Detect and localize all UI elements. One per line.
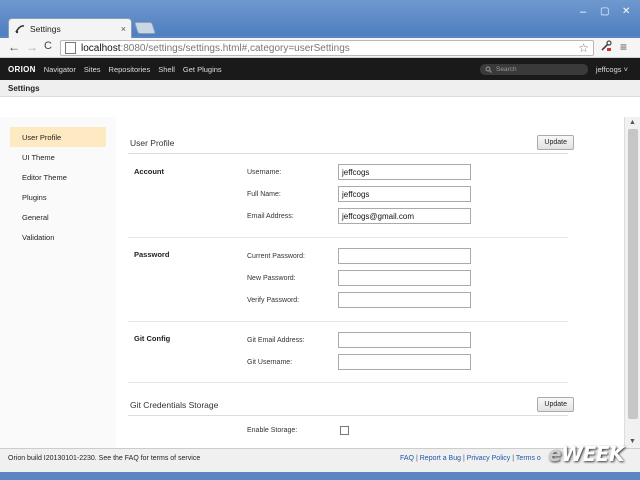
faq-link[interactable]: FAQ: [400, 455, 414, 462]
scrollbar[interactable]: ▲ ▼: [624, 117, 640, 448]
git-credentials-header: Git Credentials Storage Update: [128, 396, 574, 416]
browser-toolbar: ← → C localhost :8080/settings/settings.…: [0, 38, 640, 58]
forward-icon[interactable]: →: [26, 40, 38, 54]
minimize-icon[interactable]: –: [580, 6, 586, 18]
enable-storage-checkbox[interactable]: [340, 426, 349, 435]
nav-link-repositories[interactable]: Repositories: [109, 65, 151, 74]
git-username-field[interactable]: [338, 354, 471, 370]
nav-link-shell[interactable]: Shell: [158, 65, 175, 74]
page-footer: Orion build I20130101-2230. See the FAQ …: [0, 448, 640, 472]
current-password-label: Current Password:: [247, 253, 305, 260]
fullname-label: Full Name:: [247, 191, 281, 198]
sidebar-item-general[interactable]: General: [10, 207, 106, 227]
tab-strip: Settings × – ▢ ✕: [0, 0, 640, 38]
footer-links: FAQ | Report a Bug | Privacy Policy | Te…: [400, 455, 541, 462]
divider: [128, 382, 568, 383]
report-bug-link[interactable]: Report a Bug: [420, 455, 461, 462]
window-bottom-edge: [0, 472, 640, 480]
git-config-title: Git Config: [134, 334, 171, 343]
build-info: Orion build I20130101-2230. See the FAQ …: [8, 455, 201, 462]
address-bar[interactable]: localhost :8080/settings/settings.html#,…: [60, 40, 594, 56]
divider: [128, 237, 568, 238]
settings-panel: User Profile Update Account Username: je…: [116, 117, 624, 448]
browser-tab-settings[interactable]: Settings ×: [8, 18, 132, 38]
tab-close-icon[interactable]: ×: [121, 24, 126, 34]
scroll-thumb[interactable]: [628, 129, 638, 419]
page-icon: [65, 42, 76, 54]
settings-sidebar: User Profile UI Theme Editor Theme Plugi…: [10, 127, 106, 247]
browser-window: Settings × – ▢ ✕ ← → C localhost :8080/s…: [0, 0, 640, 480]
account-title: Account: [134, 167, 164, 176]
page-title: Settings: [8, 84, 40, 93]
scroll-up-icon[interactable]: ▲: [629, 119, 636, 126]
reload-icon[interactable]: C: [44, 40, 52, 52]
verify-password-field[interactable]: [338, 292, 471, 308]
search-icon: [485, 66, 492, 73]
new-password-label: New Password:: [247, 275, 296, 282]
header-spacer: [0, 97, 640, 117]
nav-link-sites[interactable]: Sites: [84, 65, 101, 74]
orion-banner: ORION Navigator Sites Repositories Shell…: [0, 58, 640, 80]
sidebar-item-editor-theme[interactable]: Editor Theme: [10, 167, 106, 187]
sidebar-item-ui-theme[interactable]: UI Theme: [10, 147, 106, 167]
sidebar-item-plugins[interactable]: Plugins: [10, 187, 106, 207]
password-title: Password: [134, 250, 170, 259]
separator: |: [512, 455, 515, 462]
browser-menu-icon[interactable]: ≡: [620, 40, 627, 54]
new-tab-button[interactable]: [134, 22, 156, 34]
email-label: Email Address:: [247, 213, 294, 220]
git-email-label: Git Email Address:: [247, 337, 305, 344]
update-button[interactable]: Update: [537, 135, 574, 150]
nav-link-navigator[interactable]: Navigator: [44, 65, 76, 74]
git-username-label: Git Username:: [247, 359, 293, 366]
git-email-field[interactable]: [338, 332, 471, 348]
sidebar-item-validation[interactable]: Validation: [10, 227, 106, 247]
orion-favicon-icon: [15, 24, 25, 34]
user-menu[interactable]: jeffcogs ˅: [596, 65, 628, 74]
new-password-field[interactable]: [338, 270, 471, 286]
maximize-icon[interactable]: ▢: [600, 6, 609, 17]
user-profile-header: User Profile Update: [128, 134, 574, 154]
enable-storage-label: Enable Storage:: [247, 427, 298, 434]
privacy-policy-link[interactable]: Privacy Policy: [467, 455, 511, 462]
scroll-down-icon[interactable]: ▼: [629, 438, 636, 445]
extension-icon[interactable]: [600, 40, 612, 55]
search-placeholder: Search: [496, 66, 517, 73]
email-field[interactable]: jeffcogs@gmail.com: [338, 208, 471, 224]
section-title: User Profile: [130, 138, 175, 148]
orion-logo[interactable]: ORION: [8, 65, 36, 74]
update-button[interactable]: Update: [537, 397, 574, 412]
current-password-field[interactable]: [338, 248, 471, 264]
close-window-icon[interactable]: ✕: [622, 6, 630, 17]
back-icon[interactable]: ←: [8, 40, 20, 54]
fullname-field[interactable]: jeffcogs: [338, 186, 471, 202]
username-field[interactable]: jeffcogs: [338, 164, 471, 180]
divider: [128, 321, 568, 322]
settings-content: User Profile UI Theme Editor Theme Plugi…: [0, 117, 624, 448]
tab-title: Settings: [30, 23, 61, 34]
page-header: Settings: [0, 80, 640, 97]
separator: |: [462, 455, 465, 462]
separator: |: [415, 455, 418, 462]
sidebar-item-user-profile[interactable]: User Profile: [10, 127, 106, 147]
url-path: :8080/settings/settings.html#,category=u…: [120, 42, 350, 54]
nav-link-get-plugins[interactable]: Get Plugins: [183, 65, 222, 74]
url-host: localhost: [81, 42, 121, 54]
bookmark-star-icon[interactable]: ☆: [578, 41, 589, 55]
verify-password-label: Verify Password:: [247, 297, 300, 304]
section-title: Git Credentials Storage: [130, 400, 219, 410]
username-label: Username:: [247, 169, 282, 176]
eweek-watermark: eWEEK: [548, 442, 624, 466]
terms-link[interactable]: Terms o: [516, 455, 541, 462]
search-input[interactable]: Search: [480, 64, 588, 75]
